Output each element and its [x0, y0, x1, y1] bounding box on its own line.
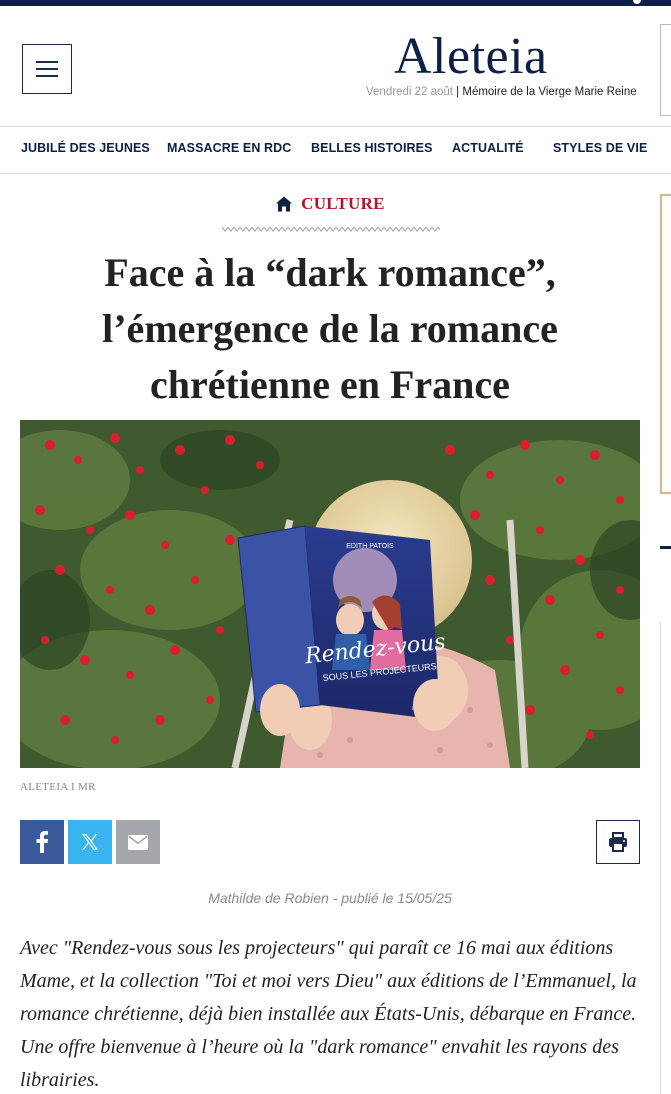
nav-item-jubile[interactable]: JUBILÉ DES JEUNES	[21, 141, 150, 155]
sidebar-divider	[660, 546, 671, 549]
article-category[interactable]: CULTURE	[0, 194, 660, 214]
article-lede: Avec "Rendez-vous sous les projecteurs" …	[20, 937, 637, 1091]
nav-item-massacre-rdc[interactable]: MASSACRE EN RDC	[167, 141, 291, 155]
date-tagline: Vendredi 22 août | Mémoire de la Vierge …	[366, 86, 637, 98]
home-icon	[276, 196, 293, 212]
title-line: l’émergence de la romance	[102, 306, 558, 351]
printer-icon	[609, 832, 627, 852]
hero-photo-illustration: EDITH PATOIS Rendez-vous SOUS LES PROJEC…	[20, 420, 640, 768]
nav-item-actualite[interactable]: ACTUALITÉ	[452, 141, 524, 155]
article-byline: Mathilde de Robien - publié le 15/05/25	[208, 890, 452, 906]
tagline-separator: |	[452, 86, 463, 98]
facebook-icon	[36, 831, 48, 853]
nav-item-belles-histoires[interactable]: BELLES HISTOIRES	[311, 141, 433, 155]
site-header: Aleteia Vendredi 22 août | Mémoire de la…	[0, 6, 671, 126]
feast-of-day[interactable]: Mémoire de la Vierge Marie Reine	[462, 86, 636, 98]
x-icon	[82, 834, 98, 850]
share-x-button[interactable]	[68, 820, 112, 864]
print-button[interactable]	[596, 820, 640, 864]
sidebar-ad-frame	[660, 194, 671, 494]
hero-image: EDITH PATOIS Rendez-vous SOUS LES PROJEC…	[20, 420, 640, 768]
decorative-zigzag-divider	[222, 225, 440, 233]
hamburger-menu-icon[interactable]	[22, 44, 72, 94]
category-label: CULTURE	[301, 194, 385, 213]
site-logo[interactable]: Aleteia	[394, 28, 548, 86]
image-credit: ALETEIA I MR	[20, 781, 96, 793]
article-title: Face à la “dark romance”, l’émergence de…	[20, 245, 640, 413]
header-side-panel	[660, 24, 671, 116]
nav-item-styles-de-vie[interactable]: STYLES DE VIE	[553, 141, 647, 155]
title-line: Face à la “dark romance”,	[104, 250, 556, 295]
envelope-icon	[128, 834, 148, 850]
share-facebook-button[interactable]	[20, 820, 64, 864]
current-date: Vendredi 22 août	[366, 86, 453, 98]
title-line: chrétienne en France	[150, 362, 510, 407]
book-author: EDITH PATOIS	[346, 543, 394, 550]
share-email-button[interactable]	[116, 820, 160, 864]
main-navigation: JUBILÉ DES JEUNES MASSACRE EN RDC BELLES…	[0, 126, 671, 174]
sidebar-border	[660, 622, 661, 1094]
